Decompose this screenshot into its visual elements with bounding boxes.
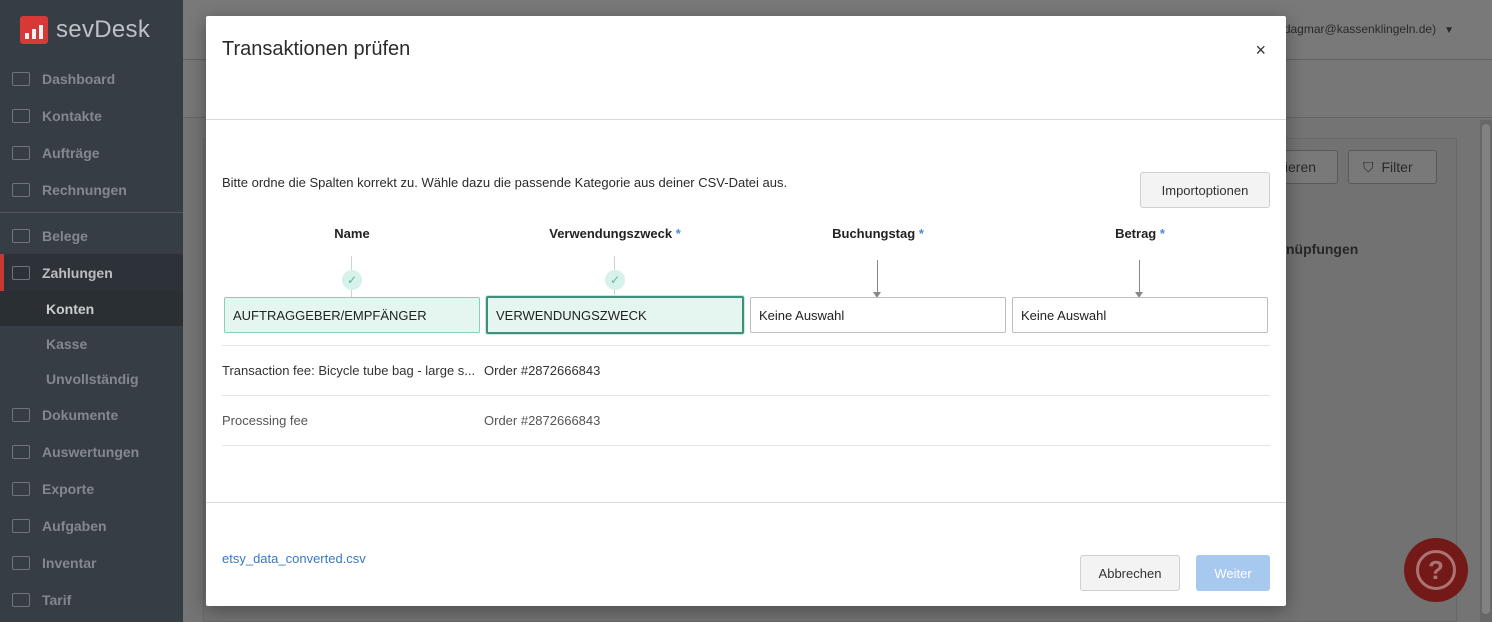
import-options-button[interactable]: Importoptionen [1140, 172, 1270, 208]
checkmark-icon [12, 518, 30, 533]
sidebar-item-kontakte[interactable]: Kontakte [0, 97, 183, 134]
credit-card-icon [12, 265, 30, 280]
column-header: Name [334, 226, 370, 241]
column-select-amount[interactable]: Keine Auswahl [1012, 297, 1268, 333]
column-mapping-amount: Betrag * [1012, 226, 1268, 308]
brand-name: sevDesk [56, 16, 151, 43]
preview-cell-name: Processing fee [222, 413, 308, 428]
receipt-icon [12, 228, 30, 243]
transaction-import-modal: Transaktionen prüfen × Bitte ordne die S… [206, 16, 1286, 606]
filter-button[interactable]: ⛉ Filter [1348, 150, 1437, 184]
logo-icon [20, 16, 48, 44]
sidebar-item-zahlungen[interactable]: Zahlungen [0, 254, 183, 291]
document-icon [12, 182, 30, 197]
sidebar-item-rechnungen[interactable]: Rechnungen [0, 171, 183, 208]
sidebar-item-inventar[interactable]: Inventar [0, 544, 183, 581]
modal-header: Transaktionen prüfen × [206, 16, 1286, 120]
folder-icon [12, 145, 30, 160]
column-mapping-booking-date: Buchungstag * [750, 226, 1006, 308]
divider [222, 445, 1270, 446]
chart-icon [12, 444, 30, 459]
box-icon [12, 555, 30, 570]
column-select-purpose[interactable]: VERWENDUNGSZWECK [486, 296, 744, 334]
sidebar-item-aufgaben[interactable]: Aufgaben [0, 507, 183, 544]
help-button[interactable]: ? [1404, 538, 1468, 602]
file-icon [12, 407, 30, 422]
table-column-header: nüpfungen [1286, 241, 1359, 257]
sidebar-subitem-kasse[interactable]: Kasse [0, 326, 183, 361]
column-header: Betrag * [1115, 226, 1165, 241]
cancel-button[interactable]: Abbrechen [1080, 555, 1180, 591]
sidebar-item-auswertungen[interactable]: Auswertungen [0, 433, 183, 470]
sidebar-item-dokumente[interactable]: Dokumente [0, 396, 183, 433]
question-icon: ? [1416, 550, 1456, 590]
preview-cell-purpose: Order #2872666843 [484, 363, 601, 378]
sidebar-subitem-unvollstaendig[interactable]: Unvollständig [0, 361, 183, 396]
column-mapping-name: Name ✓ [224, 226, 480, 308]
scrollbar-thumb[interactable] [1482, 124, 1490, 614]
column-select-name[interactable]: AUFTRAGGEBER/EMPFÄNGER [224, 297, 480, 333]
preview-row: Transaction fee: Bicycle tube bag - larg… [222, 345, 1270, 395]
contacts-icon [12, 108, 30, 123]
sidebar-divider [0, 212, 183, 213]
modal-footer: etsy_data_converted.csv Abbrechen Weiter [206, 502, 1286, 606]
check-icon: ✓ [342, 270, 362, 290]
sidebar-item-auftraege[interactable]: Aufträge [0, 134, 183, 171]
check-icon: ✓ [605, 270, 625, 290]
column-header: Buchungstag * [832, 226, 924, 241]
modal-title: Transaktionen prüfen [222, 38, 411, 60]
required-marker: * [675, 226, 681, 241]
sidebar-item-dashboard[interactable]: Dashboard [0, 60, 183, 97]
sidebar-item-belege[interactable]: Belege [0, 217, 183, 254]
tag-icon [12, 592, 30, 607]
sidebar: sevDesk Dashboard Kontakte Aufträge Rech… [0, 0, 183, 622]
sidebar-item-exporte[interactable]: Exporte [0, 470, 183, 507]
preview-cell-purpose: Order #2872666843 [484, 413, 601, 428]
sidebar-item-tarif[interactable]: Tarif [0, 581, 183, 618]
instruction-text: Bitte ordne die Spalten korrekt zu. Wähl… [222, 175, 788, 190]
required-marker: * [1159, 226, 1165, 241]
next-button[interactable]: Weiter [1196, 555, 1270, 591]
sidebar-subitem-konten[interactable]: Konten [0, 291, 183, 326]
brand-logo[interactable]: sevDesk [0, 0, 183, 60]
dashboard-icon [12, 71, 30, 86]
modal-body: Bitte ordne die Spalten korrekt zu. Wähl… [222, 120, 1270, 502]
filter-icon: ⛉ [1363, 158, 1374, 175]
csv-file-link[interactable]: etsy_data_converted.csv [222, 551, 366, 566]
required-marker: * [918, 226, 924, 241]
column-header: Verwendungszweck * [549, 226, 681, 241]
export-icon [12, 481, 30, 496]
preview-row: Processing fee Order #2872666843 [222, 395, 1270, 445]
preview-cell-name: Transaction fee: Bicycle tube bag - larg… [222, 363, 476, 378]
user-menu[interactable]: (dagmar@kassenklingeln.de) ▼ [1280, 22, 1454, 36]
chevron-down-icon: ▼ [1444, 25, 1454, 36]
column-select-booking-date[interactable]: Keine Auswahl [750, 297, 1006, 333]
close-icon[interactable]: × [1255, 40, 1266, 60]
